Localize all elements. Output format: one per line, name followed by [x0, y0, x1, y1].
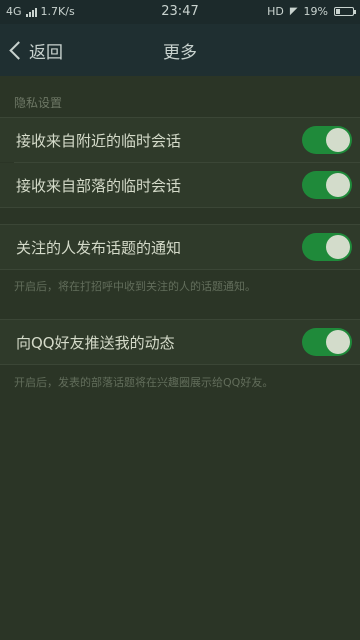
- group-bottom-border: [0, 269, 360, 270]
- battery-icon: [334, 7, 356, 16]
- toggle-knob: [326, 173, 350, 197]
- toggle-knob: [326, 235, 350, 259]
- setting-label: 关注的人发布话题的通知: [16, 239, 182, 257]
- hd-indicator: HD: [267, 5, 284, 18]
- toggle-tribe-chat[interactable]: [302, 171, 352, 199]
- toggle-knob: [326, 128, 350, 152]
- page-title: 更多: [163, 43, 197, 63]
- battery-percent: 19%: [303, 5, 328, 18]
- setting-row-push-qq[interactable]: 向QQ好友推送我的动态: [0, 320, 360, 364]
- setting-label: 接收来自部落的临时会话: [16, 177, 182, 195]
- status-right: HD ◤ 19%: [267, 5, 356, 18]
- section-header-privacy: 隐私设置: [14, 96, 63, 110]
- navigation-bar: 返回 更多: [0, 24, 360, 76]
- status-bar: 4G 1.7K/s 23:47 HD ◤ 19%: [0, 0, 360, 24]
- setting-row-tribe-chat[interactable]: 接收来自部落的临时会话: [0, 163, 360, 207]
- group-bottom-border: [0, 364, 360, 365]
- toggle-topic-notice[interactable]: [302, 233, 352, 261]
- setting-row-topic-notice[interactable]: 关注的人发布话题的通知: [0, 225, 360, 269]
- toggle-nearby-chat[interactable]: [302, 126, 352, 154]
- push-notice-hint: 开启后，发表的部落话题将在兴趣圈展示给QQ好友。: [14, 376, 274, 389]
- setting-row-nearby-chat[interactable]: 接收来自附近的临时会话: [0, 118, 360, 162]
- setting-label: 接收来自附近的临时会话: [16, 132, 182, 150]
- group-bottom-border: [0, 207, 360, 208]
- topic-notice-hint: 开启后，将在打招呼中收到关注的人的话题通知。: [14, 280, 256, 293]
- setting-label: 向QQ好友推送我的动态: [16, 334, 175, 352]
- wifi-icon: ◤: [289, 6, 298, 17]
- toggle-knob: [326, 330, 350, 354]
- toggle-push-qq[interactable]: [302, 328, 352, 356]
